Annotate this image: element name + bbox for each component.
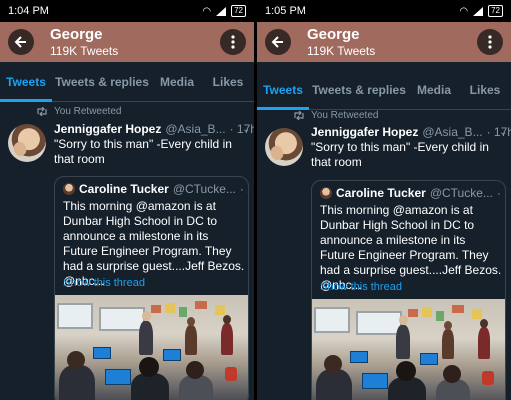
back-button[interactable] bbox=[265, 29, 291, 55]
signal-icon bbox=[216, 6, 227, 16]
chevron-down-icon[interactable]: ⌄ bbox=[499, 127, 507, 138]
retweet-icon bbox=[37, 107, 47, 116]
more-vertical-icon bbox=[231, 35, 235, 49]
tab-tweets[interactable]: Tweets bbox=[257, 70, 309, 110]
retweet-indicator: You Retweeted bbox=[36, 106, 121, 117]
quoted-tweet[interactable]: Caroline Tucker @CTucke... · 2d This mor… bbox=[311, 180, 506, 400]
retweet-icon bbox=[294, 111, 304, 120]
tab-media[interactable]: Media bbox=[409, 70, 459, 110]
tab-likes[interactable]: Likes bbox=[202, 62, 254, 102]
profile-name: George bbox=[50, 26, 103, 43]
signal-icon bbox=[473, 6, 484, 16]
arrow-left-icon bbox=[14, 36, 26, 48]
quoted-tweet[interactable]: Caroline Tucker @CTucke... · 2d This mor… bbox=[54, 176, 249, 400]
quote-time: · 2d bbox=[239, 182, 248, 196]
profile-header: George 119K Tweets bbox=[257, 22, 511, 62]
chevron-down-icon[interactable]: ⌄ bbox=[242, 124, 250, 135]
tweet-author-name[interactable]: Jenniggafer Hopez bbox=[54, 122, 161, 136]
profile-tabs: Tweets Tweets & replies Media Likes bbox=[257, 70, 511, 110]
tweet-photo[interactable] bbox=[312, 299, 505, 400]
wifi-icon: ◠ bbox=[459, 5, 469, 17]
arrow-left-icon bbox=[271, 36, 283, 48]
quote-avatar bbox=[320, 187, 332, 199]
avatar[interactable] bbox=[8, 124, 46, 162]
quote-text: This morning @amazon is at Dunbar High S… bbox=[63, 199, 245, 288]
tab-tweets-replies[interactable]: Tweets & replies bbox=[52, 62, 152, 102]
battery-icon: 72 bbox=[231, 5, 246, 17]
screenshot-right: 1:05 PM ◠ 72 George 119K Tweets Tweets T… bbox=[257, 0, 511, 400]
show-thread-link[interactable]: Show this thread bbox=[63, 277, 145, 289]
status-time: 1:04 PM bbox=[8, 5, 49, 17]
back-button[interactable] bbox=[8, 29, 34, 55]
tab-tweets-replies[interactable]: Tweets & replies bbox=[309, 70, 409, 110]
quote-text: This morning @amazon is at Dunbar High S… bbox=[320, 203, 502, 292]
screenshot-left: 1:04 PM ◠ 72 George 119K Tweets Tweets T… bbox=[0, 0, 254, 400]
quote-author-handle: @CTucke... bbox=[172, 182, 236, 196]
more-vertical-icon bbox=[488, 35, 492, 49]
tweet-author-name[interactable]: Jenniggafer Hopez bbox=[311, 125, 418, 139]
quote-author-name: Caroline Tucker bbox=[336, 186, 426, 200]
quote-author-handle: @CTucke... bbox=[429, 186, 493, 200]
more-options-button[interactable] bbox=[477, 29, 503, 55]
quote-avatar bbox=[63, 183, 75, 195]
quote-author-name: Caroline Tucker bbox=[79, 182, 169, 196]
tab-tweets[interactable]: Tweets bbox=[0, 62, 52, 102]
wifi-icon: ◠ bbox=[202, 5, 212, 17]
tab-likes[interactable]: Likes bbox=[459, 70, 511, 110]
retweet-label: You Retweeted bbox=[311, 110, 379, 121]
status-bar: 1:04 PM ◠ 72 bbox=[0, 0, 254, 22]
avatar[interactable] bbox=[265, 128, 303, 166]
status-bar: 1:05 PM ◠ 72 bbox=[257, 0, 511, 22]
tweet-header: Jenniggafer Hopez @Asia_B... · 17h bbox=[311, 125, 511, 139]
more-options-button[interactable] bbox=[220, 29, 246, 55]
tweet-author-handle: @Asia_B... bbox=[165, 122, 226, 136]
tweet-count: 119K Tweets bbox=[50, 44, 119, 58]
tweet-header: Jenniggafer Hopez @Asia_B... · 17h bbox=[54, 122, 254, 136]
retweet-label: You Retweeted bbox=[54, 106, 122, 117]
tweet-author-handle: @Asia_B... bbox=[422, 125, 483, 139]
profile-tabs: Tweets Tweets & replies Media Likes bbox=[0, 62, 254, 102]
tweet-text: "Sorry to this man" -Every child in that… bbox=[54, 137, 232, 166]
tweet-text: "Sorry to this man" -Every child in that… bbox=[311, 140, 489, 169]
retweet-indicator: You Retweeted bbox=[293, 110, 378, 121]
profile-name: George bbox=[307, 26, 360, 43]
tweet-count: 119K Tweets bbox=[307, 44, 376, 58]
battery-icon: 72 bbox=[488, 5, 503, 17]
tab-media[interactable]: Media bbox=[152, 62, 202, 102]
show-thread-link[interactable]: Show this thread bbox=[320, 281, 402, 293]
profile-header: George 119K Tweets bbox=[0, 22, 254, 62]
tweet-photo[interactable] bbox=[55, 295, 248, 400]
quote-time: · 2d bbox=[496, 186, 505, 200]
status-time: 1:05 PM bbox=[265, 5, 306, 17]
